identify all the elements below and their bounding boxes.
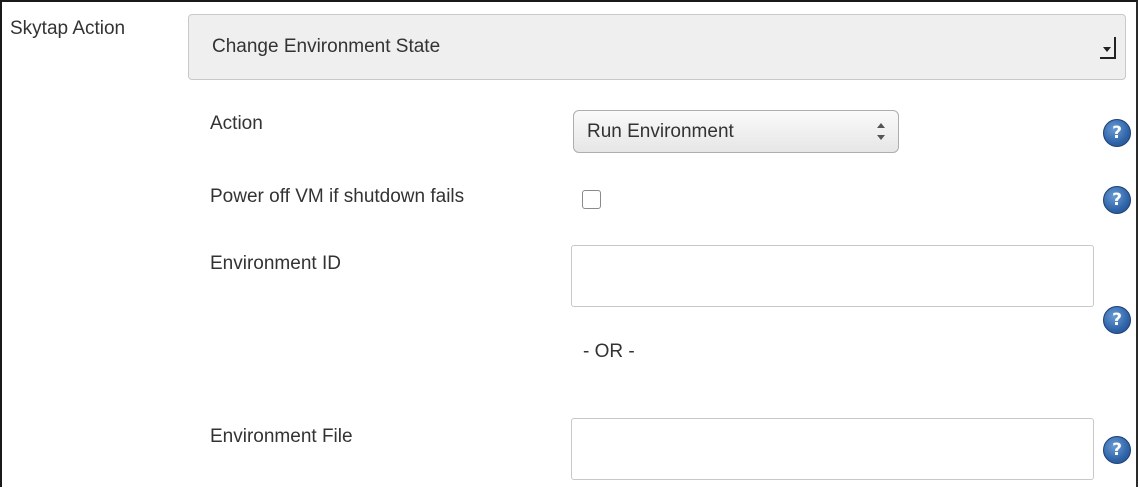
or-separator: - OR - bbox=[583, 341, 635, 362]
environment-file-input[interactable] bbox=[571, 418, 1094, 480]
action-label: Action bbox=[210, 113, 263, 134]
skytap-action-selected-value: Change Environment State bbox=[212, 36, 441, 57]
power-off-checkbox[interactable] bbox=[582, 190, 601, 209]
dropdown-arrow-icon[interactable] bbox=[1100, 37, 1116, 59]
help-icon-power-off[interactable]: ? bbox=[1103, 186, 1131, 214]
help-icon-action[interactable]: ? bbox=[1103, 119, 1131, 147]
action-selected-value: Run Environment bbox=[587, 121, 734, 142]
help-icon-environment-file[interactable]: ? bbox=[1103, 436, 1131, 464]
skytap-action-label: Skytap Action bbox=[10, 18, 126, 39]
action-select[interactable]: Run Environment bbox=[573, 110, 899, 153]
environment-id-input[interactable] bbox=[571, 245, 1094, 307]
environment-id-label: Environment ID bbox=[210, 253, 341, 274]
skytap-action-select[interactable]: Change Environment State bbox=[188, 14, 1126, 80]
updown-arrows-icon bbox=[876, 122, 886, 142]
environment-file-label: Environment File bbox=[210, 426, 353, 447]
help-icon-environment-id[interactable]: ? bbox=[1103, 306, 1131, 334]
power-off-label: Power off VM if shutdown fails bbox=[210, 186, 465, 207]
